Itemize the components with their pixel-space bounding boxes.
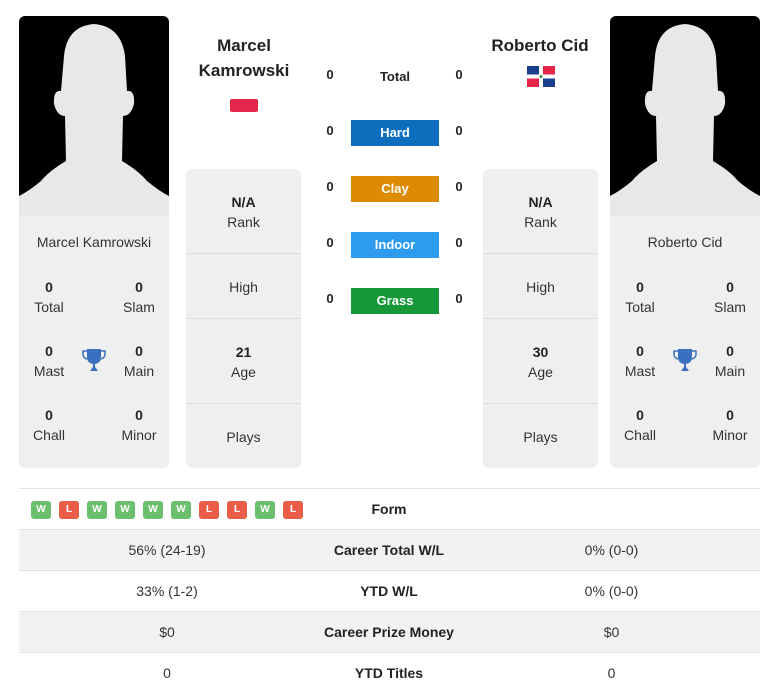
player1-first-name: Marcel [217, 36, 271, 55]
form-badge-loss: L [199, 501, 219, 519]
surface-clay-button[interactable]: Clay [351, 176, 439, 202]
player2-value: 0 [607, 665, 616, 681]
player2-value: 0% (0-0) [584, 583, 639, 599]
player1-info: N/A Rank High 21 Age Plays [186, 169, 301, 468]
player1-masters-titles: 0 Mast [33, 343, 65, 379]
player1-card-name: Marcel Kamrowski [36, 234, 152, 250]
h2h-grass-p1: 0 [326, 291, 334, 306]
form-badge-win: W [115, 501, 135, 519]
player1-minor-titles: 0 Minor [121, 407, 157, 443]
trophy-icon [82, 349, 106, 371]
player2-info: N/A Rank High 30 Age Plays [483, 169, 598, 468]
player1-name[interactable]: Marcel Kamrowski [180, 33, 308, 83]
surface-grass-button[interactable]: Grass [351, 288, 439, 314]
h2h-clay-p2: 0 [455, 179, 463, 194]
player1-photo [19, 16, 169, 216]
form-badge-win: W [31, 501, 51, 519]
player1-rank: N/A Rank [227, 194, 260, 230]
form-label: Form [371, 501, 407, 517]
player1-value: 56% (24-19) [128, 542, 206, 558]
h2h-indoor-p2: 0 [455, 235, 463, 250]
player1-plays: Plays [226, 429, 261, 445]
player1-value: 33% (1-2) [136, 583, 198, 599]
form-badge-loss: L [283, 501, 303, 519]
player2-value: 0% (0-0) [584, 542, 639, 558]
divider [186, 318, 301, 319]
player2-photo [610, 16, 760, 216]
form-badge-loss: L [227, 501, 247, 519]
player1-slam-titles: 0 Slam [123, 279, 155, 315]
player1-age: 21 Age [231, 344, 256, 380]
player1-card: Marcel Kamrowski 0 Total 0 Slam 0 Mast 0 Mai… [19, 216, 169, 468]
divider [186, 403, 301, 404]
dominican-republic-flag-icon [527, 66, 555, 87]
row-label: YTD W/L [360, 583, 418, 599]
h2h-total-p1: 0 [326, 67, 334, 82]
player2-main-titles: 0 Main [714, 343, 746, 379]
player2-card: Roberto Cid 0 Total 0 Slam 0 Mast 0 Main 0 Ch… [610, 216, 760, 468]
surface-indoor-button[interactable]: Indoor [351, 232, 439, 258]
player2-masters-titles: 0 Mast [624, 343, 656, 379]
divider [483, 403, 598, 404]
form-badge-win: W [87, 501, 107, 519]
player2-value: $0 [603, 624, 620, 640]
table-row: 33% (1-2) YTD W/L 0% (0-0) [19, 570, 760, 611]
h2h-total-p2: 0 [455, 67, 463, 82]
trophy-icon [673, 349, 697, 371]
form-badge-win: W [255, 501, 275, 519]
player1-last-name: Kamrowski [198, 61, 290, 80]
poland-flag-icon [230, 99, 258, 112]
silhouette-icon [19, 24, 169, 216]
player1-challenger-titles: 0 Chall [33, 407, 65, 443]
h2h-total-label: Total [379, 69, 411, 84]
table-row: 0 YTD Titles 0 [19, 652, 760, 693]
form-badges: W L W W W W L L W L [31, 501, 303, 519]
player2-slam-titles: 0 Slam [714, 279, 746, 315]
player2-total-titles: 0 Total [625, 279, 655, 315]
player2-name[interactable]: Roberto Cid [480, 33, 600, 58]
player2-rank: N/A Rank [524, 194, 557, 230]
player2-minor-titles: 0 Minor [712, 407, 748, 443]
player1-main-titles: 0 Main [123, 343, 155, 379]
player1-high: High [229, 279, 258, 295]
player2-high: High [526, 279, 555, 295]
table-row: 56% (24-19) Career Total W/L 0% (0-0) [19, 529, 760, 570]
player2-age: 30 Age [528, 344, 553, 380]
form-badge-loss: L [59, 501, 79, 519]
table-row: $0 Career Prize Money $0 [19, 611, 760, 652]
form-badge-win: W [171, 501, 191, 519]
h2h-indoor-p1: 0 [326, 235, 334, 250]
divider [483, 253, 598, 254]
row-label: Career Total W/L [333, 542, 445, 558]
row-label: Career Prize Money [324, 624, 454, 640]
player1-value: $0 [159, 624, 175, 640]
player2-plays: Plays [523, 429, 558, 445]
divider [483, 318, 598, 319]
player2-challenger-titles: 0 Chall [624, 407, 656, 443]
h2h-hard-p2: 0 [455, 123, 463, 138]
player1-value: 0 [163, 665, 171, 681]
surface-hard-button[interactable]: Hard [351, 120, 439, 146]
h2h-grass-p2: 0 [455, 291, 463, 306]
row-label: YTD Titles [354, 665, 424, 681]
form-badge-win: W [143, 501, 163, 519]
player2-card-name: Roberto Cid [647, 234, 723, 250]
divider [186, 253, 301, 254]
h2h-hard-p1: 0 [326, 123, 334, 138]
player1-total-titles: 0 Total [34, 279, 64, 315]
form-row: W L W W W W L L W L Form [19, 488, 760, 529]
h2h-clay-p1: 0 [326, 179, 334, 194]
silhouette-icon [610, 24, 760, 216]
